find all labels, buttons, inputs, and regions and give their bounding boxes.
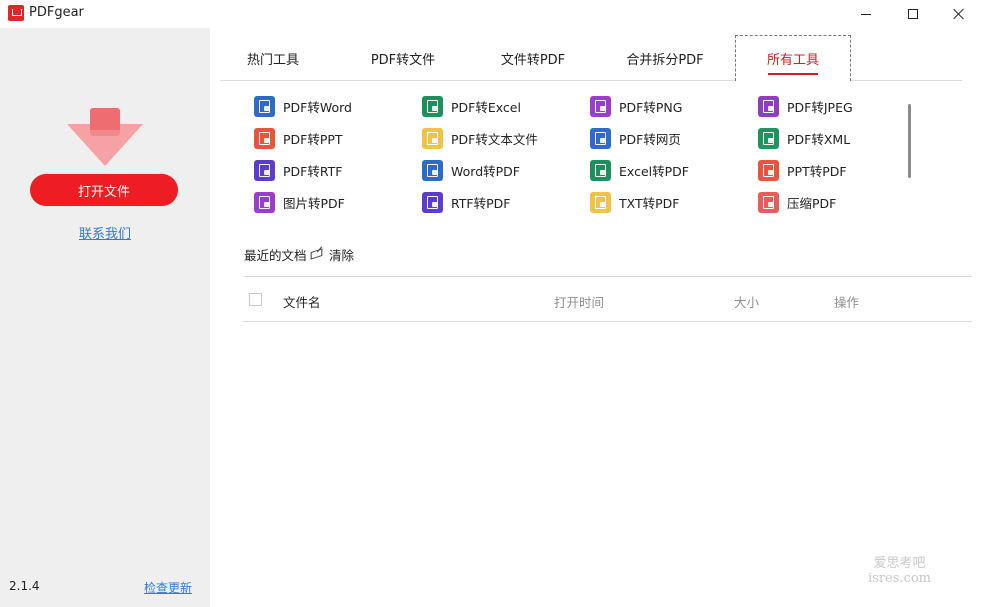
column-open-time[interactable]: 打开时间 <box>554 292 604 311</box>
app-logo-icon <box>8 5 24 21</box>
ppt-to-pdf-icon <box>758 159 779 181</box>
tab-all-tools[interactable]: 所有工具 <box>735 35 851 81</box>
tab-label: 热门工具 <box>246 52 299 68</box>
tool-pdf-to-html[interactable]: PDF转网页 <box>590 127 681 149</box>
tool-label: PDF转网页 <box>619 131 681 147</box>
column-file-name[interactable]: 文件名 <box>283 292 321 311</box>
tool-word-to-pdf[interactable]: Word转PDF <box>422 159 520 181</box>
watermark: 爱思考吧 isres.com <box>868 556 931 586</box>
tool-pdf-to-ppt[interactable]: PDF转PPT <box>254 127 343 149</box>
compress-pdf-icon <box>758 191 779 213</box>
tool-pdf-to-word[interactable]: PDF转Word <box>254 95 352 117</box>
column-action: 操作 <box>834 295 860 310</box>
tool-label: PDF转JPEG <box>787 99 853 115</box>
clear-button[interactable]: 清除 <box>329 245 354 264</box>
image-to-pdf-icon <box>254 191 275 213</box>
contact-us-link[interactable]: 联系我们 <box>0 223 210 242</box>
broom-icon[interactable] <box>310 246 324 259</box>
tool-label: PDF转Excel <box>451 99 521 115</box>
tool-label: 压缩PDF <box>787 195 837 211</box>
close-button[interactable] <box>936 0 981 28</box>
select-all-checkbox[interactable] <box>249 293 262 306</box>
tool-label: PDF转PNG <box>619 99 683 115</box>
txt-to-pdf-icon <box>590 191 611 213</box>
tab-label: 所有工具 <box>766 53 819 68</box>
tab-label: PDF转文件 <box>370 52 436 68</box>
download-arrow-icon <box>67 108 143 166</box>
tab-label: 合并拆分PDF <box>626 52 704 68</box>
tool-image-to-pdf[interactable]: 图片转PDF <box>254 191 345 213</box>
minimize-icon <box>861 13 871 15</box>
tool-label: Word转PDF <box>451 163 520 179</box>
tool-txt-to-pdf[interactable]: TXT转PDF <box>590 191 679 213</box>
maximize-icon <box>908 9 918 19</box>
rtf-to-pdf-icon <box>422 191 443 213</box>
tool-excel-to-pdf[interactable]: Excel转PDF <box>590 159 689 181</box>
excel-to-pdf-icon <box>590 159 611 181</box>
tab-label: 文件转PDF <box>500 52 566 68</box>
tool-label: Excel转PDF <box>619 163 689 179</box>
tool-label: PDF转PPT <box>283 131 343 147</box>
pdf-to-html-icon <box>590 127 611 149</box>
tool-pdf-to-jpeg[interactable]: PDF转JPEG <box>758 95 853 117</box>
open-file-button[interactable]: 打开文件 <box>30 174 178 206</box>
tool-pdf-to-xml[interactable]: PDF转XML <box>758 127 850 149</box>
tab-pdf-to-file[interactable]: PDF转文件 <box>358 35 448 81</box>
close-icon <box>953 8 965 20</box>
title-bar: PDFgear <box>0 0 981 28</box>
tool-label: TXT转PDF <box>619 195 680 211</box>
tab-merge-split-pdf[interactable]: 合并拆分PDF <box>615 35 715 81</box>
pdf-to-excel-icon <box>422 95 443 117</box>
pdf-to-ppt-icon <box>254 127 275 149</box>
recent-table-header: 文件名 打开时间 大小 操作 <box>243 276 972 322</box>
pdf-to-text-icon <box>422 127 443 149</box>
tab-file-to-pdf[interactable]: 文件转PDF <box>488 35 578 81</box>
tab-popular-tools[interactable]: 热门工具 <box>228 35 318 81</box>
tool-pdf-to-png[interactable]: PDF转PNG <box>590 95 682 117</box>
pdf-to-jpeg-icon <box>758 95 779 117</box>
pdf-to-rtf-icon <box>254 159 275 181</box>
tool-pdf-to-text[interactable]: PDF转文本文件 <box>422 127 538 149</box>
tool-ppt-to-pdf[interactable]: PPT转PDF <box>758 159 847 181</box>
tool-label: RTF转PDF <box>451 195 511 211</box>
tool-label: PPT转PDF <box>787 163 847 179</box>
tool-compress-pdf[interactable]: 压缩PDF <box>758 191 836 213</box>
check-update-link[interactable]: 检查更新 <box>144 579 192 596</box>
watermark-line-2: isres.com <box>868 571 931 586</box>
app-title: PDFgear <box>29 5 84 20</box>
version-label: 2.1.4 <box>9 579 40 593</box>
active-tab-underline <box>768 73 818 75</box>
tool-label: 图片转PDF <box>283 195 345 211</box>
watermark-line-1: 爱思考吧 <box>873 556 926 571</box>
tool-rtf-to-pdf[interactable]: RTF转PDF <box>422 191 510 213</box>
tab-bar: 热门工具 PDF转文件 文件转PDF 合并拆分PDF 所有工具 <box>220 35 962 81</box>
column-size[interactable]: 大小 <box>734 292 759 311</box>
tool-label: PDF转RTF <box>283 163 343 179</box>
tool-label: PDF转XML <box>787 131 851 147</box>
tool-label: PDF转文本文件 <box>451 131 538 147</box>
tool-label: PDF转Word <box>283 99 352 115</box>
pdf-to-xml-icon <box>758 127 779 149</box>
sidebar: 打开文件 联系我们 2.1.4 检查更新 <box>0 28 210 607</box>
tools-scrollbar[interactable] <box>908 104 911 178</box>
maximize-button[interactable] <box>890 0 936 28</box>
minimize-button[interactable] <box>843 0 889 28</box>
pdf-to-word-icon <box>254 95 275 117</box>
recent-docs-title: 最近的文档 <box>244 248 307 263</box>
pdf-to-png-icon <box>590 95 611 117</box>
word-to-pdf-icon <box>422 159 443 181</box>
tool-pdf-to-rtf[interactable]: PDF转RTF <box>254 159 342 181</box>
tool-pdf-to-excel[interactable]: PDF转Excel <box>422 95 521 117</box>
